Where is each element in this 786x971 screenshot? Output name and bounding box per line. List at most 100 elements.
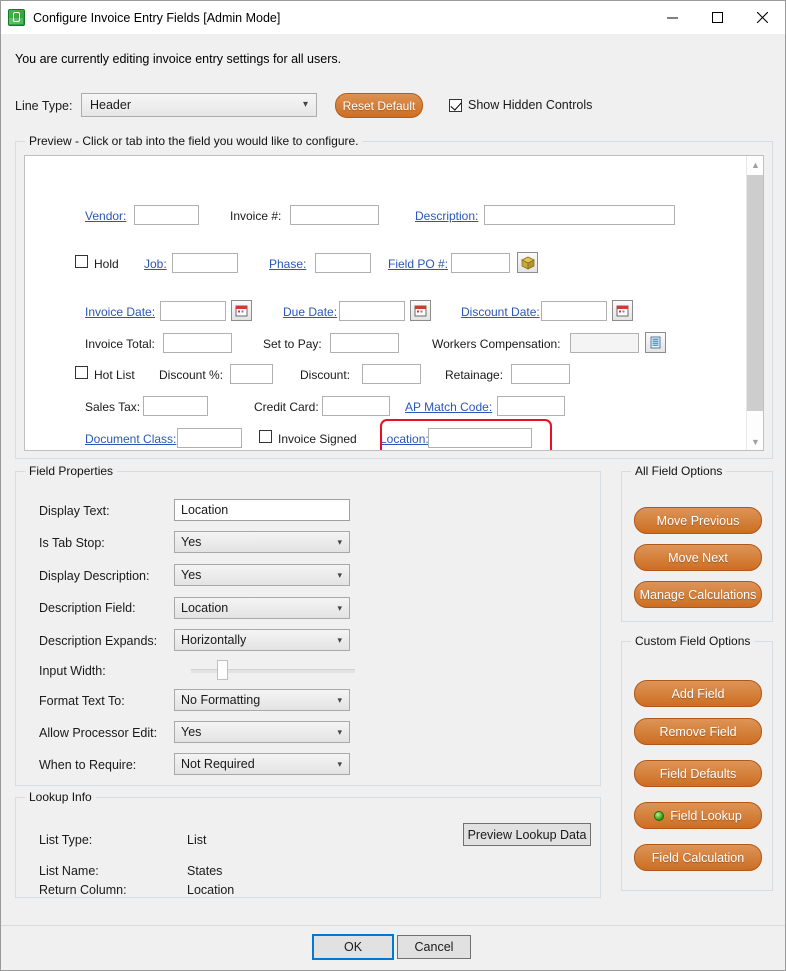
checkbox-box xyxy=(449,98,462,112)
field-defaults-button[interactable]: Field Defaults xyxy=(634,760,762,787)
manage-calculations-button[interactable]: Manage Calculations xyxy=(634,581,762,608)
preview-label-description[interactable]: Description: xyxy=(415,209,478,223)
allow-processor-edit-select[interactable]: Yes ▾ xyxy=(174,721,350,743)
preview-label-ap-match-code[interactable]: AP Match Code: xyxy=(405,400,492,414)
field-lookup-button[interactable]: Field Lookup xyxy=(634,802,762,829)
preview-input-description[interactable] xyxy=(484,205,675,225)
line-type-select[interactable]: Header ▾ xyxy=(81,93,317,117)
remove-field-button[interactable]: Remove Field xyxy=(634,718,762,745)
preview-label-invoice-signed: Invoice Signed xyxy=(278,432,357,446)
preview-label-discount: Discount: xyxy=(300,368,351,382)
preview-checkbox-hot-list[interactable] xyxy=(75,366,88,379)
preview-checkbox-invoice-signed[interactable] xyxy=(259,430,272,443)
preview-input-job[interactable] xyxy=(172,253,238,273)
value-list-type: List xyxy=(187,833,207,847)
add-field-button[interactable]: Add Field xyxy=(634,680,762,707)
move-previous-button[interactable]: Move Previous xyxy=(634,507,762,534)
description-expands-select[interactable]: Horizontally ▾ xyxy=(174,629,350,651)
format-text-to-select[interactable]: No Formatting ▾ xyxy=(174,689,350,711)
preview-scrollbar[interactable]: ▲ ▼ xyxy=(746,156,763,450)
when-to-require-value: Not Required xyxy=(181,757,255,771)
show-hidden-controls-checkbox[interactable]: Show Hidden Controls xyxy=(449,98,592,112)
preview-input-vendor[interactable] xyxy=(134,205,199,225)
preview-input-discount-date[interactable] xyxy=(541,301,607,321)
preview-input-due-date[interactable] xyxy=(339,301,405,321)
preview-input-invoice-total[interactable] xyxy=(163,333,232,353)
preview-label-vendor[interactable]: Vendor: xyxy=(85,209,126,223)
preview-checkbox-hold[interactable] xyxy=(75,255,88,268)
selected-field-highlight xyxy=(380,419,552,450)
description-field-value: Location xyxy=(181,601,229,615)
custom-field-options-title: Custom Field Options xyxy=(631,634,755,648)
label-is-tab-stop: Is Tab Stop: xyxy=(39,536,105,550)
chevron-down-icon: ▾ xyxy=(337,536,342,547)
preview-input-invoice-date[interactable] xyxy=(160,301,226,321)
preview-lookup-data-button[interactable]: Preview Lookup Data xyxy=(463,823,591,846)
preview-input-retainage[interactable] xyxy=(511,364,570,384)
footer-bar xyxy=(1,925,785,970)
chevron-down-icon: ▾ xyxy=(337,569,342,580)
calendar-icon[interactable] xyxy=(612,300,633,321)
minimize-icon[interactable] xyxy=(650,1,695,34)
label-description-field: Description Field: xyxy=(39,601,136,615)
preview-input-invoice-number[interactable] xyxy=(290,205,379,225)
preview-panel[interactable]: Vendor: Invoice #: Description: Hold Job… xyxy=(24,155,764,451)
input-width-slider-thumb[interactable] xyxy=(217,660,228,680)
preview-label-discount-date[interactable]: Discount Date: xyxy=(461,305,540,319)
field-lookup-label: Field Lookup xyxy=(670,808,742,823)
preview-label-workers-compensation: Workers Compensation: xyxy=(432,337,561,351)
reset-default-button[interactable]: Reset Default xyxy=(335,93,423,118)
chevron-down-icon: ▾ xyxy=(337,758,342,769)
maximize-icon[interactable] xyxy=(695,1,740,34)
preview-label-job[interactable]: Job: xyxy=(144,257,167,271)
preview-input-credit-card[interactable] xyxy=(322,396,390,416)
is-tab-stop-select[interactable]: Yes ▾ xyxy=(174,531,350,553)
preview-input-discount-percent[interactable] xyxy=(230,364,273,384)
preview-input-field-po[interactable] xyxy=(451,253,510,273)
preview-input-phase[interactable] xyxy=(315,253,371,273)
preview-input-discount[interactable] xyxy=(362,364,421,384)
all-field-options-group: All Field Options Move Previous Move Nex… xyxy=(621,464,773,622)
input-width-slider-track[interactable] xyxy=(191,669,355,673)
move-next-button[interactable]: Move Next xyxy=(634,544,762,571)
preview-input-set-to-pay[interactable] xyxy=(330,333,399,353)
scrollbar-thumb[interactable] xyxy=(747,175,763,411)
preview-label-phase[interactable]: Phase: xyxy=(269,257,306,271)
label-display-text: Display Text: xyxy=(39,504,110,518)
display-description-select[interactable]: Yes ▾ xyxy=(174,564,350,586)
description-field-select[interactable]: Location ▾ xyxy=(174,597,350,619)
preview-label-due-date[interactable]: Due Date: xyxy=(283,305,337,319)
close-icon[interactable] xyxy=(740,1,785,34)
label-format-text-to: Format Text To: xyxy=(39,694,125,708)
scroll-up-icon[interactable]: ▲ xyxy=(747,156,763,173)
scroll-down-icon[interactable]: ▼ xyxy=(747,433,763,450)
label-input-width: Input Width: xyxy=(39,664,106,678)
preview-label-document-class[interactable]: Document Class: xyxy=(85,432,176,446)
preview-group: Preview - Click or tab into the field yo… xyxy=(15,134,773,459)
preview-input-ap-match-code[interactable] xyxy=(497,396,565,416)
preview-group-title: Preview - Click or tab into the field yo… xyxy=(25,134,363,148)
display-text-input[interactable]: Location xyxy=(174,499,350,521)
cancel-button[interactable]: Cancel xyxy=(397,935,471,959)
preview-input-document-class[interactable] xyxy=(177,428,242,448)
field-calculation-button[interactable]: Field Calculation xyxy=(634,844,762,871)
label-display-description: Display Description: xyxy=(39,569,150,583)
when-to-require-select[interactable]: Not Required ▾ xyxy=(174,753,350,775)
cube-icon[interactable] xyxy=(517,252,538,273)
preview-label-retainage: Retainage: xyxy=(445,368,504,382)
format-text-to-value: No Formatting xyxy=(181,693,261,707)
preview-label-invoice-date[interactable]: Invoice Date: xyxy=(85,305,155,319)
ok-button[interactable]: OK xyxy=(312,934,394,960)
list-icon[interactable] xyxy=(645,332,666,353)
dialog-window: Configure Invoice Entry Fields [Admin Mo… xyxy=(0,0,786,971)
label-list-type: List Type: xyxy=(39,833,93,847)
chevron-down-icon: ▾ xyxy=(302,99,308,110)
calendar-icon[interactable] xyxy=(231,300,252,321)
preview-label-field-po[interactable]: Field PO #: xyxy=(388,257,448,271)
label-when-to-require: When to Require: xyxy=(39,758,137,772)
preview-input-sales-tax[interactable] xyxy=(143,396,208,416)
preview-label-hot-list: Hot List xyxy=(94,368,135,382)
chevron-down-icon: ▾ xyxy=(337,602,342,613)
preview-label-discount-percent: Discount %: xyxy=(159,368,224,382)
calendar-icon[interactable] xyxy=(410,300,431,321)
